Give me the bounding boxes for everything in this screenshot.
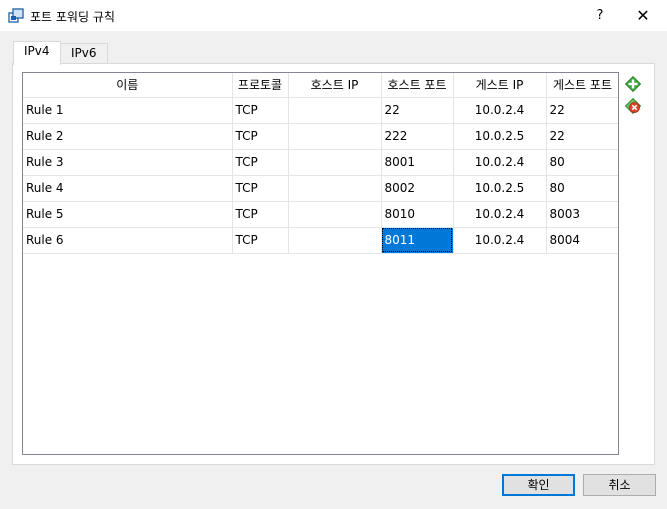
table-row[interactable]: Rule 1 TCP 22 10.0.2.4 22: [23, 97, 618, 124]
tab-ipv6[interactable]: IPv6: [60, 43, 108, 63]
cell-host-port[interactable]: 222: [381, 123, 454, 150]
cell-host-ip[interactable]: [288, 201, 382, 228]
column-header-guest-ip[interactable]: 게스트 IP: [453, 73, 547, 98]
cell-protocol[interactable]: TCP: [232, 201, 289, 228]
app-icon: [8, 8, 24, 23]
window-title: 포트 포워딩 규칙: [30, 10, 115, 24]
port-forwarding-table[interactable]: 이름 프로토콜 호스트 IP 호스트 포트 게스트 IP 게스트 포트 Rule…: [22, 72, 619, 455]
cell-guest-port[interactable]: 8004: [546, 227, 618, 254]
cell-host-ip[interactable]: [288, 97, 382, 124]
cell-host-port[interactable]: 8001: [381, 149, 454, 176]
help-button[interactable]: ?: [582, 1, 618, 30]
column-header-guest-port[interactable]: 게스트 포트: [546, 73, 618, 98]
table-row[interactable]: Rule 2 TCP 222 10.0.2.5 22: [23, 123, 618, 150]
column-header-host-ip[interactable]: 호스트 IP: [288, 73, 382, 98]
cell-host-ip[interactable]: [288, 123, 382, 150]
column-header-name[interactable]: 이름: [23, 73, 233, 98]
cell-host-ip[interactable]: [288, 227, 382, 254]
cell-host-port[interactable]: 8010: [381, 201, 454, 228]
cell-name[interactable]: Rule 5: [23, 201, 233, 228]
cell-protocol[interactable]: TCP: [232, 123, 289, 150]
cell-guest-ip[interactable]: 10.0.2.5: [453, 123, 547, 150]
cell-protocol[interactable]: TCP: [232, 227, 289, 254]
cell-guest-port[interactable]: 80: [546, 175, 618, 202]
table-row[interactable]: Rule 4 TCP 8002 10.0.2.5 80: [23, 175, 618, 202]
cell-guest-ip[interactable]: 10.0.2.5: [453, 175, 547, 202]
title-bar: 포트 포워딩 규칙 ? ✕: [0, 0, 667, 31]
cell-guest-ip[interactable]: 10.0.2.4: [453, 149, 547, 176]
cell-protocol[interactable]: TCP: [232, 175, 289, 202]
cell-protocol[interactable]: TCP: [232, 149, 289, 176]
cell-host-port[interactable]: 8002: [381, 175, 454, 202]
cell-name[interactable]: Rule 3: [23, 149, 233, 176]
table-row[interactable]: Rule 5 TCP 8010 10.0.2.4 8003: [23, 201, 618, 228]
cell-guest-ip[interactable]: 10.0.2.4: [453, 227, 547, 254]
cell-host-port-selected[interactable]: 8011: [381, 227, 454, 254]
add-rule-icon[interactable]: [625, 76, 641, 92]
cancel-button[interactable]: 취소: [583, 474, 656, 496]
cell-protocol[interactable]: TCP: [232, 97, 289, 124]
remove-rule-icon[interactable]: [625, 98, 641, 114]
table-row[interactable]: Rule 6 TCP 8011 10.0.2.4 8004: [23, 227, 618, 254]
cell-name[interactable]: Rule 4: [23, 175, 233, 202]
cell-name[interactable]: Rule 6: [23, 227, 233, 254]
cell-host-ip[interactable]: [288, 149, 382, 176]
cell-name[interactable]: Rule 2: [23, 123, 233, 150]
cell-guest-port[interactable]: 22: [546, 123, 618, 150]
cell-guest-ip[interactable]: 10.0.2.4: [453, 201, 547, 228]
table-row[interactable]: Rule 3 TCP 8001 10.0.2.4 80: [23, 149, 618, 176]
tab-ipv4[interactable]: IPv4: [13, 41, 61, 65]
cell-host-ip[interactable]: [288, 175, 382, 202]
cell-guest-ip[interactable]: 10.0.2.4: [453, 97, 547, 124]
cell-host-port[interactable]: 22: [381, 97, 454, 124]
cell-guest-port[interactable]: 80: [546, 149, 618, 176]
table-header-row: 이름 프로토콜 호스트 IP 호스트 포트 게스트 IP 게스트 포트: [23, 73, 618, 98]
cell-name[interactable]: Rule 1: [23, 97, 233, 124]
cell-guest-port[interactable]: 22: [546, 97, 618, 124]
cell-guest-port[interactable]: 8003: [546, 201, 618, 228]
close-button[interactable]: ✕: [620, 1, 666, 30]
column-header-protocol[interactable]: 프로토콜: [232, 73, 289, 98]
column-header-host-port[interactable]: 호스트 포트: [381, 73, 454, 98]
ok-button[interactable]: 확인: [502, 474, 575, 496]
